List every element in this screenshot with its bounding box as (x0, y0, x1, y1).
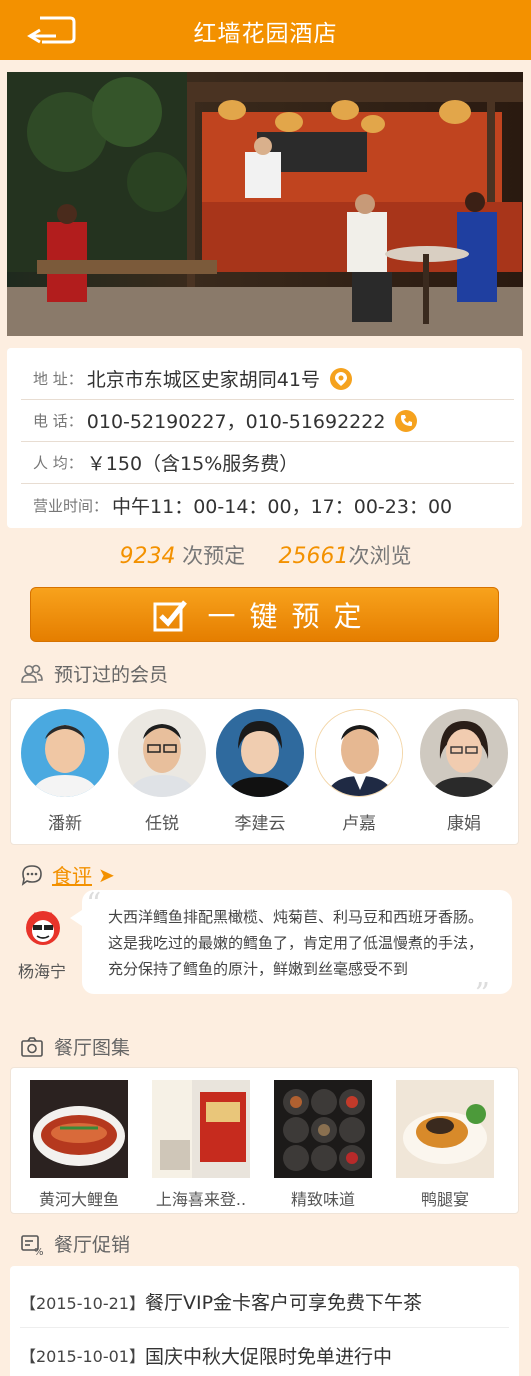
member-name: 任锐 (145, 814, 179, 834)
member-item[interactable]: 李建云 (214, 709, 306, 834)
reviewer[interactable]: 杨海宁 (18, 908, 68, 982)
promos-card: 【2015-10-21】 餐厅VIP金卡客户可享免费下午茶 【2015-10-0… (10, 1266, 519, 1376)
member-name: 康娟 (447, 814, 481, 834)
review-title-link[interactable]: 食评 (52, 860, 92, 889)
promo-date: 【2015-10-21】 (20, 1293, 145, 1313)
review-text-line: 充分保持了鳕鱼的原汁，鲜嫩到丝毫感受不到 (108, 960, 409, 978)
views-count: 25661 (278, 544, 349, 569)
gallery-card: 黄河大鲤鱼 上海喜来登.. 精致味道 鸭腿宴 (10, 1067, 519, 1214)
phone-icon[interactable] (395, 409, 418, 432)
members-card: 潘新 任锐 李建云 卢嘉 康娟 (10, 698, 519, 845)
avatar (26, 911, 60, 945)
hours-label: 营业时间： (33, 496, 109, 515)
gallery-section-header: 餐厅图集 (20, 1033, 130, 1060)
dish-photo (396, 1080, 494, 1178)
price-row: 人 均： ￥150（含15%服务费） (21, 442, 514, 484)
member-item[interactable]: 康娟 (418, 709, 510, 834)
bookings-label: 次预定 (182, 544, 246, 568)
users-icon (21, 664, 43, 683)
svg-text:%: % (34, 1247, 44, 1256)
dish-photo (274, 1080, 372, 1178)
photo-caption: 黄河大鲤鱼 (38, 1190, 119, 1209)
member-name: 潘新 (48, 814, 82, 834)
promo-item[interactable]: 【2015-10-01】 国庆中秋大促限时免单进行中 (20, 1329, 509, 1376)
review-text-line: 这是我吃过的最嫩的鳕鱼了，肯定用了低温慢煮的手法， (108, 934, 484, 952)
reviewer-name: 杨海宁 (17, 962, 66, 981)
dish-photo (152, 1080, 250, 1178)
location-pin-icon[interactable] (329, 367, 352, 390)
avatar (216, 709, 304, 797)
phone-row[interactable]: 电 话： 010-52190227，010-51692222 (21, 400, 514, 442)
promos-section-header: % 餐厅促销 (20, 1230, 130, 1257)
one-click-book-button[interactable]: 一键预定 (30, 587, 499, 642)
member-item[interactable]: 卢嘉 (313, 709, 405, 834)
avatar (315, 709, 403, 797)
gallery-title: 餐厅图集 (54, 1037, 131, 1059)
hours-value: 中午11：00-14：00，17：00-23：00 (112, 495, 453, 518)
restaurant-hero-image (7, 72, 523, 336)
gallery-item[interactable]: 上海喜来登.. (151, 1080, 251, 1210)
restaurant-info-card: 地 址： 北京市东城区史家胡同41号 电 话： 010-52190227，010… (7, 348, 522, 528)
member-item[interactable]: 潘新 (19, 709, 111, 834)
arrow-right-icon[interactable]: ➤ (98, 863, 115, 887)
promotion-tag-icon: % (21, 1234, 44, 1256)
promos-title: 餐厅促销 (54, 1234, 131, 1256)
promo-text: 餐厅VIP金卡客户可享免费下午茶 (145, 1292, 423, 1314)
members-section-header: 预订过的会员 (20, 660, 168, 687)
close-quote-icon: ” (474, 977, 490, 1012)
review-section-header: 食评 ➤ (20, 860, 115, 889)
views-label: 次浏览 (348, 544, 412, 568)
member-item[interactable]: 任锐 (116, 709, 208, 834)
address-row[interactable]: 地 址： 北京市东城区史家胡同41号 (21, 358, 514, 400)
photo-caption: 鸭腿宴 (420, 1190, 469, 1209)
review-text-line: 大西洋鳕鱼排配黑橄榄、炖菊苣、利马豆和西班牙香肠。 (108, 908, 484, 926)
review-bubble: “ 大西洋鳕鱼排配黑橄榄、炖菊苣、利马豆和西班牙香肠。 这是我吃过的最嫩的鳕鱼了… (70, 887, 512, 1010)
address-value: 北京市东城区史家胡同41号 (86, 369, 320, 391)
camera-icon (21, 1036, 43, 1057)
photo-caption: 精致味道 (290, 1190, 355, 1209)
promo-text: 国庆中秋大促限时免单进行中 (145, 1345, 393, 1368)
avatar (118, 709, 206, 797)
members-title: 预订过的会员 (54, 664, 169, 686)
dish-photo (30, 1080, 128, 1178)
open-quote-icon: “ (86, 887, 102, 922)
phone-label: 电 话： (33, 412, 83, 430)
top-bar: 红墙花园酒店 (0, 0, 531, 60)
promo-date: 【2015-10-01】 (20, 1347, 145, 1366)
stats-line: 9234 次预定 25661次浏览 (0, 540, 531, 570)
gallery-item[interactable]: 黄河大鲤鱼 (29, 1080, 129, 1210)
photo-caption: 上海喜来登.. (155, 1190, 247, 1209)
gallery-item[interactable]: 鸭腿宴 (395, 1080, 495, 1210)
promo-item[interactable]: 【2015-10-21】 餐厅VIP金卡客户可享免费下午茶 (20, 1276, 509, 1328)
phone-value: 010-52190227，010-51692222 (86, 411, 386, 433)
avatar (420, 709, 508, 797)
gallery-item[interactable]: 精致味道 (273, 1080, 373, 1210)
book-button-label: 一键预定 (207, 599, 376, 633)
page-title: 红墙花园酒店 (193, 21, 338, 47)
price-label: 人 均： (33, 454, 83, 472)
member-name: 卢嘉 (342, 814, 376, 834)
checkbox-check-icon (153, 599, 188, 631)
price-value: ￥150（含15%服务费） (86, 453, 299, 475)
address-label: 地 址： (33, 370, 83, 388)
avatar (21, 709, 109, 797)
chat-bubble-icon (21, 864, 42, 886)
hours-row: 营业时间： 中午11：00-14：00，17：00-23：00 (21, 484, 514, 526)
bookings-count: 9234 (119, 544, 176, 569)
member-name: 李建云 (234, 814, 286, 834)
